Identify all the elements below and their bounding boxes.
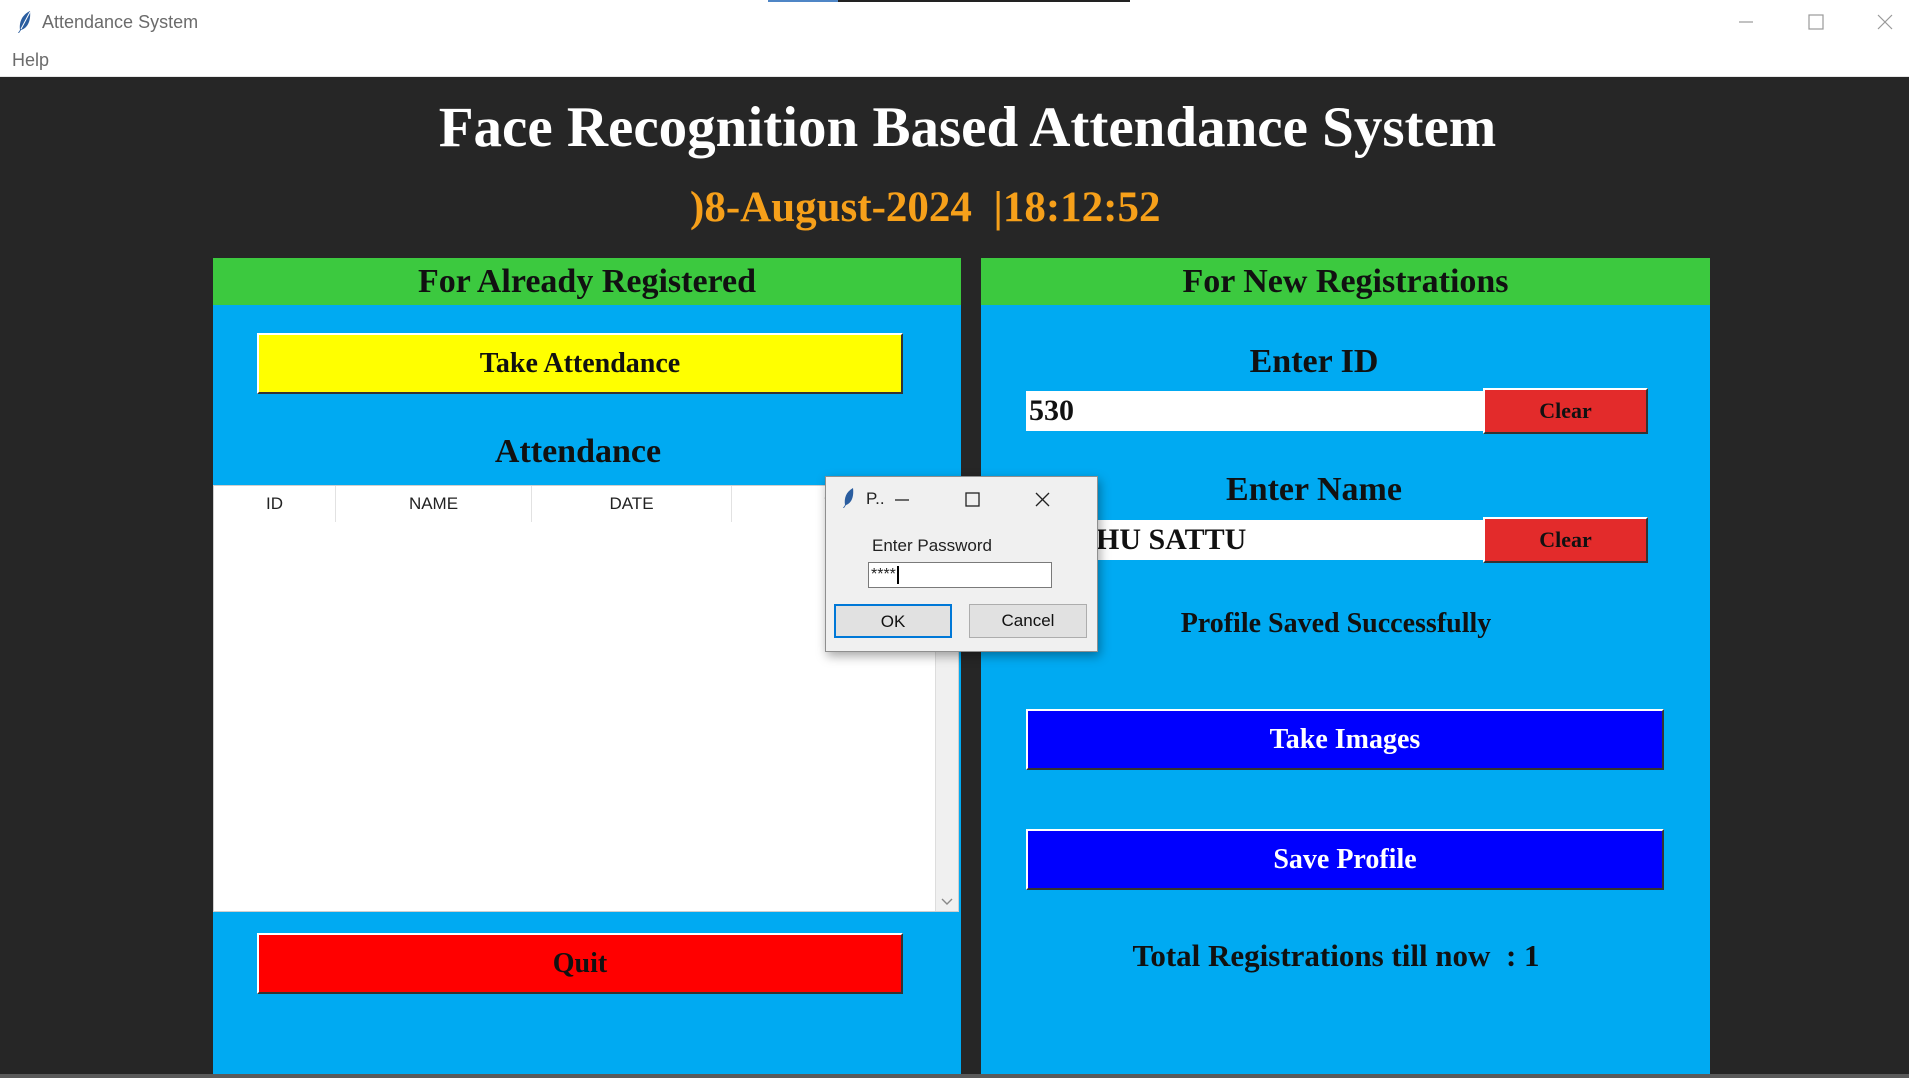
column-header-date[interactable]: DATE [532, 486, 732, 522]
total-registrations-label: Total Registrations till now : 1 [1132, 938, 1540, 973]
id-input[interactable]: 530 [1026, 391, 1491, 431]
date-time-label: )8-August-2024 |18:12:52 [690, 184, 1161, 231]
quit-button[interactable]: Quit [257, 933, 903, 994]
text-cursor [896, 565, 899, 584]
clear-id-button[interactable]: Clear [1483, 388, 1648, 434]
close-icon[interactable] [1858, 4, 1909, 40]
take-attendance-button[interactable]: Take Attendance [257, 333, 903, 394]
registered-panel-header: For Already Registered [213, 258, 961, 305]
page-title: Face Recognition Based Attendance System [438, 96, 1497, 159]
attendance-label: Attendance [494, 433, 662, 470]
window-titlebar: Attendance System [0, 0, 1909, 45]
password-label: Enter Password [872, 536, 992, 555]
maximize-icon[interactable] [1788, 4, 1844, 40]
taskbar-indicator [768, 0, 1130, 2]
close-icon[interactable] [1022, 483, 1062, 517]
column-header-id[interactable]: ID [214, 486, 336, 522]
maximize-icon[interactable] [952, 483, 992, 517]
save-profile-button[interactable]: Save Profile [1026, 829, 1664, 890]
take-images-button[interactable]: Take Images [1026, 709, 1664, 770]
name-input-value: HU SATTU [1096, 523, 1247, 556]
column-header-name[interactable]: NAME [336, 486, 532, 522]
registered-panel: For Already Registered Take Attendance A… [213, 258, 961, 1078]
bottom-edge [0, 1074, 1909, 1078]
password-input[interactable]: **** [868, 562, 1052, 588]
feather-app-icon [843, 488, 854, 508]
minimize-icon[interactable] [882, 483, 922, 517]
chevron-down-icon[interactable] [940, 895, 954, 907]
ok-button[interactable]: OK [834, 604, 952, 638]
feather-app-icon [18, 11, 31, 33]
new-registration-panel-header: For New Registrations [981, 258, 1710, 305]
menu-help[interactable]: Help [12, 50, 49, 71]
password-value: **** [871, 566, 896, 583]
cancel-button[interactable]: Cancel [969, 604, 1087, 638]
menu-bar: Help [0, 45, 1909, 77]
enter-id-label: Enter ID [1249, 343, 1379, 380]
taskbar-indicator-active [768, 0, 838, 2]
minimize-icon[interactable] [1718, 4, 1774, 40]
password-dialog: P.. Enter Password **** OK Cancel [825, 476, 1098, 652]
new-registration-panel: For New Registrations Enter ID 530 Clear… [981, 258, 1710, 1078]
clear-name-button[interactable]: Clear [1483, 517, 1648, 563]
window-title: Attendance System [42, 12, 199, 32]
